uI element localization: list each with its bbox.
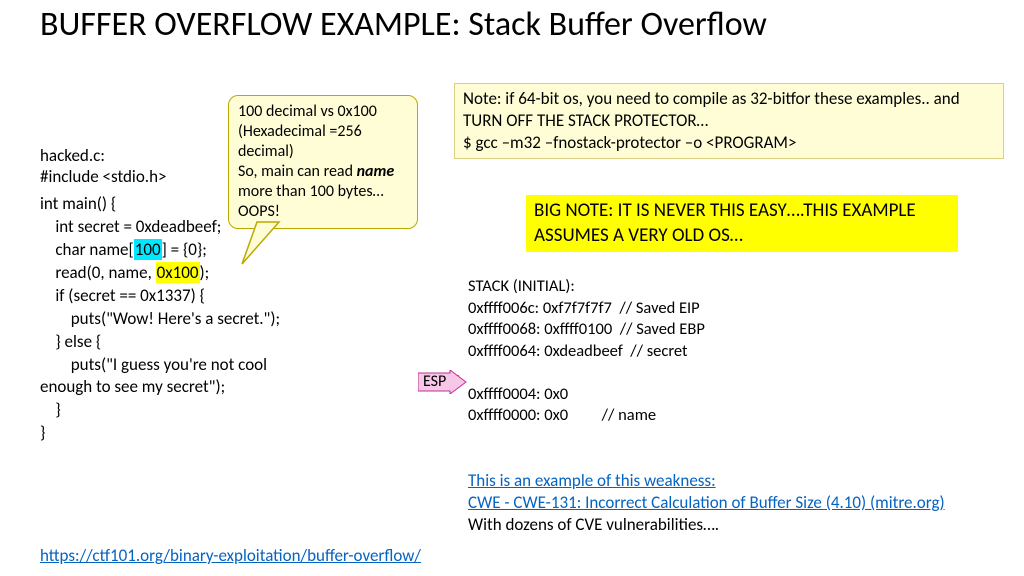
highlight-size: 100 xyxy=(134,239,162,260)
cwe-link[interactable]: CWE - CWE-131: Incorrect Calculation of … xyxy=(468,492,945,513)
cwe-intro-link[interactable]: This is an example of this weakness: xyxy=(468,470,716,491)
note-compile: Note: if 64-bit os, you need to compile … xyxy=(454,83,1004,159)
stack-layout: STACK (INITIAL): 0xffff006c: 0xf7f7f7f7 … xyxy=(468,255,705,427)
callout-bubble: 100 decimal vs 0x100 (Hexadecimal =256 d… xyxy=(228,95,418,229)
page-title: BUFFER OVERFLOW EXAMPLE: Stack Buffer Ov… xyxy=(40,5,840,44)
footer-link[interactable]: https://ctf101.org/binary-exploitation/b… xyxy=(40,545,421,566)
esp-label: ESP xyxy=(423,372,446,391)
highlight-hexsize: 0x100 xyxy=(156,262,200,283)
note-big: BIG NOTE: IT IS NEVER THIS EASY….THIS EX… xyxy=(526,195,958,252)
cwe-reference: This is an example of this weakness: CWE… xyxy=(468,470,945,536)
